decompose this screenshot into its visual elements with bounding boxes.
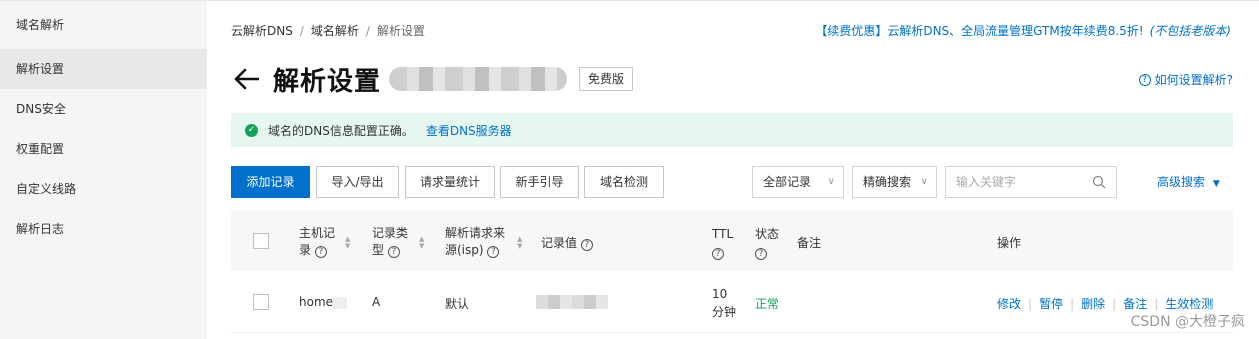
title-row: 解析设置 免费版 (231, 61, 634, 97)
main-content: 云解析DNS / 域名解析 / 解析设置 【续费优惠】云解析DNS、全局流量管理GTM按… (207, 0, 1259, 339)
breadcrumb-item-domain-resolve[interactable]: 域名解析 (311, 24, 359, 38)
records-table: 主机记 录 ? ▲ ▼ 记录类 型 ? ▲ ▼ 解析请求来 源(isp) ? ▲ ▼ … (231, 211, 1233, 333)
table-row: home A 默认 10 分钟 正常 修改 | 暂停 | 删除 | 备注 | 生效检测 (231, 271, 1233, 333)
question-icon[interactable]: ? (580, 239, 593, 251)
col-ttl: TTL ? (712, 225, 733, 261)
domain-check-button[interactable]: 域名检测 (584, 166, 664, 198)
sidebar-item-resolve-settings[interactable]: 解析设置 (0, 49, 207, 89)
cell-type: A (372, 295, 381, 309)
cell-value-redacted (536, 295, 608, 309)
remark-link[interactable]: 备注 (1123, 297, 1147, 311)
col-host-label-2: 录 (299, 243, 312, 257)
col-value-label: 记录值 (541, 236, 578, 250)
chevron-down-icon: ∨ (920, 176, 928, 187)
edit-link[interactable]: 修改 (997, 297, 1021, 311)
search-input[interactable]: 输入关键字 (945, 166, 1117, 198)
search-mode-value: 精确搜索 (863, 175, 912, 189)
cell-ttl: 10 分钟 (712, 285, 736, 321)
col-host-label: 主机记 (299, 226, 336, 240)
effect-check-link[interactable]: 生效检测 (1165, 297, 1213, 311)
col-status: 状态 ? (755, 225, 779, 261)
col-ttl-label: TTL (712, 227, 734, 241)
promo-text[interactable]: 【续费优惠】云解析DNS、全局流量管理GTM按年续费8.5折! (815, 24, 1143, 38)
sidebar-item-weight-config[interactable]: 权重配置 (0, 129, 207, 169)
cell-status: 正常 (755, 297, 780, 311)
breadcrumb: 云解析DNS / 域名解析 / 解析设置 (231, 22, 425, 39)
cell-source: 默认 (445, 297, 470, 311)
sidebar-item-dns-security[interactable]: DNS安全 (0, 89, 207, 129)
promo-note: (不包括老版本) (1149, 24, 1231, 38)
col-type-label-2: 型 (372, 243, 385, 257)
pause-link[interactable]: 暂停 (1039, 297, 1063, 311)
divider: | (1112, 297, 1117, 311)
advanced-search-label[interactable]: 高级搜索 (1157, 175, 1205, 189)
divider: | (1154, 297, 1159, 311)
sort-icon[interactable]: ▲ ▼ (419, 236, 424, 250)
col-type-label: 记录类 (372, 226, 409, 240)
help-link[interactable]: ? 如何设置解析? (1138, 71, 1233, 88)
alert-text: 域名的DNS信息配置正确。 (268, 123, 414, 138)
sidebar-item-resolve-log[interactable]: 解析日志 (0, 209, 207, 249)
col-source-label-2: 源(isp) (445, 243, 484, 257)
page-title: 解析设置 (273, 66, 382, 97)
cell-ttl-unit: 分钟 (712, 305, 737, 319)
select-all-checkbox[interactable] (253, 233, 269, 249)
edition-badge: 免费版 (579, 67, 634, 91)
question-icon[interactable]: ? (387, 246, 400, 258)
chevron-down-icon: ∨ (827, 176, 835, 187)
sort-icon[interactable]: ▲ ▼ (345, 236, 350, 250)
cell-ttl-value: 10 (712, 287, 728, 301)
sort-icon[interactable]: ▲ ▼ (517, 236, 522, 250)
sidebar-item-domain-resolve[interactable]: 域名解析 (0, 1, 207, 49)
breadcrumb-item-current: 解析设置 (376, 24, 425, 38)
question-icon[interactable]: ? (487, 246, 500, 258)
check-circle-icon: ✓ (245, 123, 258, 137)
question-icon: ? (1138, 73, 1151, 86)
advanced-search-toggle[interactable]: 高级搜索 ▼ (1157, 166, 1220, 200)
add-record-button[interactable]: 添加记录 (231, 166, 310, 198)
delete-link[interactable]: 删除 (1081, 297, 1105, 311)
col-source: 解析请求来 源(isp) ? (445, 225, 505, 259)
watermark: CSDN @大橙子疯 (1130, 314, 1245, 330)
record-filter-select[interactable]: 全部记录 ∨ (752, 166, 844, 198)
caret-down-icon: ▼ (1212, 179, 1220, 189)
cell-host-text: home (299, 295, 334, 309)
col-status-label: 状态 (755, 227, 780, 241)
back-arrow-icon[interactable] (231, 64, 261, 94)
row-actions: 修改 | 暂停 | 删除 | 备注 | 生效检测 (997, 295, 1213, 312)
question-icon[interactable]: ? (755, 248, 767, 260)
host-redacted (333, 296, 348, 309)
help-link-label[interactable]: 如何设置解析? (1155, 71, 1233, 88)
import-export-button[interactable]: 导入/导出 (316, 166, 399, 198)
dns-status-alert: ✓ 域名的DNS信息配置正确。 查看DNS服务器 (231, 113, 1233, 147)
question-icon[interactable]: ? (314, 246, 327, 258)
col-value: 记录值 ? (541, 234, 597, 251)
question-icon[interactable]: ? (712, 248, 724, 260)
search-placeholder: 输入关键字 (956, 175, 1017, 189)
col-remark: 备注 (797, 236, 822, 250)
record-filter-value: 全部记录 (763, 175, 812, 189)
cell-host: home (299, 295, 348, 309)
col-source-label: 解析请求来 (445, 226, 506, 240)
view-dns-servers-link[interactable]: 查看DNS服务器 (426, 122, 512, 139)
search-mode-select[interactable]: 精确搜索 ∨ (852, 166, 937, 198)
breadcrumb-separator: / (299, 24, 304, 38)
domain-name-redacted (389, 67, 568, 91)
divider: | (1028, 297, 1033, 311)
col-type: 记录类 型 ? (372, 225, 408, 259)
col-ops: 操作 (997, 236, 1022, 250)
sidebar-item-custom-line[interactable]: 自定义线路 (0, 169, 207, 209)
row-checkbox[interactable] (253, 294, 269, 310)
promo-banner[interactable]: 【续费优惠】云解析DNS、全局流量管理GTM按年续费8.5折! (不包括老版本) (815, 22, 1231, 39)
col-host: 主机记 录 ? (299, 225, 335, 259)
divider: | (1070, 297, 1075, 311)
table-header: 主机记 录 ? ▲ ▼ 记录类 型 ? ▲ ▼ 解析请求来 源(isp) ? ▲ ▼ … (231, 211, 1233, 271)
toolbar: 添加记录 导入/导出 请求量统计 新手引导 域名检测 全部记录 ∨ 精确搜索 ∨… (231, 166, 1233, 198)
beginner-guide-button[interactable]: 新手引导 (500, 166, 579, 198)
breadcrumb-separator: / (365, 24, 370, 38)
request-stats-button[interactable]: 请求量统计 (405, 166, 495, 198)
sidebar: 域名解析 解析设置 DNS安全 权重配置 自定义线路 解析日志 (0, 0, 207, 339)
search-icon[interactable] (1092, 175, 1106, 189)
breadcrumb-item-cloud-dns[interactable]: 云解析DNS (231, 24, 293, 38)
